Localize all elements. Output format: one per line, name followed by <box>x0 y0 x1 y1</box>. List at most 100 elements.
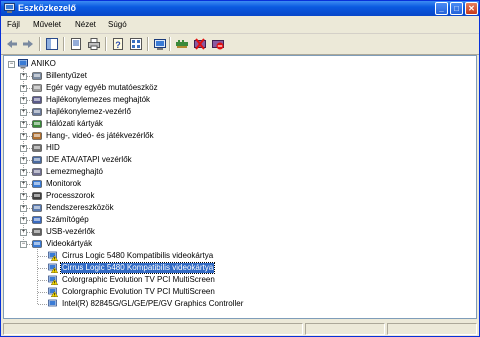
warning-device-icon <box>48 263 58 273</box>
toolbar: ? <box>1 34 479 55</box>
tree-category[interactable]: + Lemezmeghajtó <box>4 167 304 178</box>
status-bar <box>1 321 479 337</box>
expand-toggle[interactable]: + <box>20 229 27 236</box>
expand-toggle[interactable]: + <box>20 97 27 104</box>
tree-category-label: Monitorok <box>46 179 82 188</box>
device-manager-window: Eszközkezelő _ □ ✕ Fájl Művelet Nézet Sú… <box>0 0 480 337</box>
tree-category[interactable]: + Hajlékonylemezes meghajtók <box>4 95 304 106</box>
tree-category-label: Egér vagy egyéb mutatóeszköz <box>46 83 158 92</box>
device-row[interactable]: Colorgraphic Evolution TV PCI MultiScree… <box>4 275 304 286</box>
console-tree-icon[interactable] <box>45 37 59 51</box>
tree-category-label: HID <box>46 143 60 152</box>
scan-hardware-icon[interactable] <box>153 37 167 51</box>
uninstall-icon[interactable] <box>193 37 207 51</box>
tree-category[interactable]: + HID <box>4 143 304 154</box>
toolbar-separator <box>63 37 65 51</box>
tree-category-label: Billentyűzet <box>46 71 87 80</box>
tree-category-label: Hajlékonylemez-vezérlő <box>46 107 131 116</box>
expand-toggle[interactable]: + <box>20 193 27 200</box>
menu-action[interactable]: Művelet <box>33 20 61 29</box>
tree-category[interactable]: + Egér vagy egyéb mutatóeszköz <box>4 83 304 94</box>
tree-category[interactable]: + Számítógép <box>4 215 304 226</box>
expand-toggle[interactable]: + <box>20 121 27 128</box>
device-label: Colorgraphic Evolution TV PCI MultiScree… <box>62 287 215 296</box>
ide-controller-icon <box>32 156 42 164</box>
toolbar-separator <box>147 37 149 51</box>
collapse-toggle[interactable]: − <box>20 241 27 248</box>
warning-device-icon <box>48 287 58 297</box>
forward-icon[interactable] <box>21 37 35 51</box>
tree-category-label: Hálózati kártyák <box>46 119 103 128</box>
tree-category[interactable]: + Rendszereszközök <box>4 203 304 214</box>
device-row[interactable]: Intel(R) 82845G/GL/GE/PE/GV Graphics Con… <box>4 299 304 310</box>
expand-toggle[interactable]: + <box>20 205 27 212</box>
network-card-icon <box>32 120 42 128</box>
device-tree[interactable]: − ANIKO + Billentyűzet + Egér vagy egyéb mu… <box>3 55 477 319</box>
tree-category[interactable]: + Hálózati kártyák <box>4 119 304 130</box>
tree-category-label: Számítógép <box>46 215 89 224</box>
tree-category[interactable]: + USB-vezérlők <box>4 227 304 238</box>
device-row[interactable]: Cirrus Logic 5480 Kompatibilis videokárt… <box>4 262 304 274</box>
expand-toggle[interactable]: + <box>20 157 27 164</box>
minimize-button[interactable]: _ <box>435 2 448 15</box>
selected-device-label: Cirrus Logic 5480 Kompatibilis videokárt… <box>59 262 216 274</box>
tree-category[interactable]: + Hang-, videó- és játékvezérlők <box>4 131 304 142</box>
tree-category-label: IDE ATA/ATAPI vezérlők <box>46 155 132 164</box>
expand-toggle[interactable]: + <box>20 109 27 116</box>
view-icon[interactable] <box>129 37 143 51</box>
menu-help[interactable]: Súgó <box>108 20 127 29</box>
maximize-button[interactable]: □ <box>450 2 463 15</box>
tree-category[interactable]: + Monitorok <box>4 179 304 190</box>
sound-icon <box>32 132 42 140</box>
device-row[interactable]: Colorgraphic Evolution TV PCI MultiScree… <box>4 287 304 298</box>
expand-toggle[interactable]: + <box>20 169 27 176</box>
properties-icon[interactable] <box>69 37 83 51</box>
tree-category[interactable]: + Processzorok <box>4 191 304 202</box>
toolbar-separator <box>169 37 171 51</box>
back-icon[interactable] <box>5 37 19 51</box>
print-icon[interactable] <box>87 37 101 51</box>
menu-file[interactable]: Fájl <box>7 20 20 29</box>
tree-line <box>38 280 47 281</box>
expand-toggle[interactable]: + <box>20 73 27 80</box>
tree-line <box>38 292 47 293</box>
usb-icon <box>32 228 42 236</box>
disable-icon[interactable] <box>211 37 225 51</box>
tree-category[interactable]: + Hajlékonylemez-vezérlő <box>4 107 304 118</box>
tree-line <box>38 304 47 305</box>
warning-device-icon <box>48 251 58 261</box>
tree-category-label: Processzorok <box>46 191 95 200</box>
toolbar-separator <box>105 37 107 51</box>
menu-bar: Fájl Művelet Nézet Súgó <box>1 16 479 34</box>
collapse-toggle[interactable]: − <box>8 61 15 68</box>
tree-category[interactable]: + Billentyűzet <box>4 71 304 82</box>
monitor-icon <box>32 180 42 188</box>
keyboard-icon <box>32 72 42 80</box>
device-row[interactable]: Cirrus Logic 5480 Kompatibilis videokárt… <box>4 251 304 262</box>
expand-toggle[interactable]: + <box>20 85 27 92</box>
device-manager-icon <box>4 3 15 13</box>
tree-category-label: Hang-, videó- és játékvezérlők <box>46 131 154 140</box>
menu-view[interactable]: Nézet <box>75 20 96 29</box>
tree-root[interactable]: − ANIKO <box>4 59 304 70</box>
floppy-drive-icon <box>32 96 42 104</box>
update-driver-icon[interactable] <box>175 37 189 51</box>
help-icon[interactable]: ? <box>111 37 125 51</box>
floppy-controller-icon <box>32 108 42 116</box>
expand-toggle[interactable]: + <box>20 217 27 224</box>
tree-category[interactable]: + IDE ATA/ATAPI vezérlők <box>4 155 304 166</box>
status-panel <box>387 323 477 335</box>
processor-icon <box>32 192 42 200</box>
computer-icon <box>32 216 42 224</box>
tree-category-label: Lemezmeghajtó <box>46 167 103 176</box>
tree-category-label: Videokártyák <box>46 239 93 248</box>
expand-toggle[interactable]: + <box>20 133 27 140</box>
expand-toggle[interactable]: + <box>20 145 27 152</box>
warning-device-icon <box>48 275 58 285</box>
expand-toggle[interactable]: + <box>20 181 27 188</box>
computer-icon <box>18 59 28 69</box>
tree-category[interactable]: − Videokártyák <box>4 239 304 250</box>
title-bar[interactable]: Eszközkezelő _ □ ✕ <box>1 1 479 16</box>
system-device-icon <box>32 204 42 212</box>
close-button[interactable]: ✕ <box>465 2 478 15</box>
